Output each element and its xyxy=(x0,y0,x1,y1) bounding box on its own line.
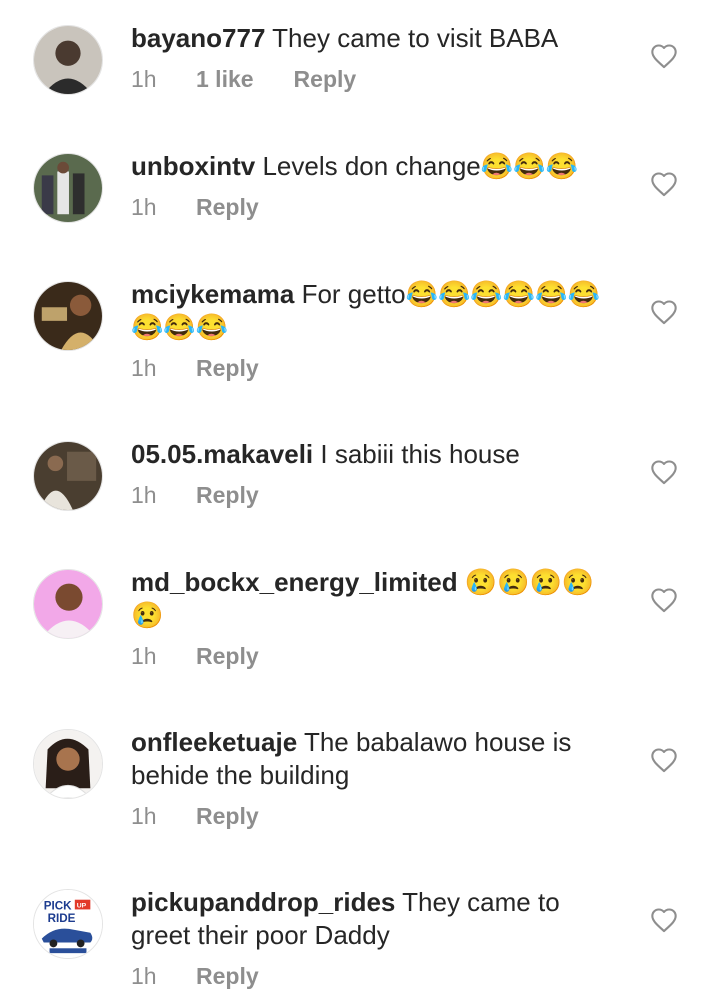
comment-text: Levels don change😂😂😂 xyxy=(262,151,578,181)
comment-text-line: pickupanddrop_rides They came to greet t… xyxy=(131,886,611,952)
comment-time: 1h xyxy=(131,194,157,220)
reply-button[interactable]: Reply xyxy=(196,962,259,990)
avatar[interactable] xyxy=(33,569,103,639)
avatar[interactable] xyxy=(33,441,103,511)
comment-username[interactable]: bayano777 xyxy=(131,23,265,53)
comment-time: 1h xyxy=(131,643,157,669)
comment-username[interactable]: onfleeketuaje xyxy=(131,727,297,757)
comment-text: They came to visit BABA xyxy=(272,23,559,53)
comment-time: 1h xyxy=(131,963,157,989)
avatar[interactable]: PICK UP RIDE xyxy=(33,889,103,959)
reply-button[interactable]: Reply xyxy=(196,481,259,509)
heart-outline-icon[interactable] xyxy=(650,747,678,773)
comment-text-line: 05.05.makaveli I sabiii this house xyxy=(131,438,611,471)
comment-text-line: bayano777 They came to visit BABA xyxy=(131,22,611,55)
heart-outline-icon[interactable] xyxy=(650,43,678,69)
comment-username[interactable]: unboxintv xyxy=(131,151,255,181)
comment-body: 05.05.makaveli I sabiii this house 1h Rep… xyxy=(131,438,611,509)
comment-body: unboxintv Levels don change😂😂😂 1h Reply xyxy=(131,150,611,221)
comment-time: 1h xyxy=(131,482,157,508)
avatar[interactable] xyxy=(33,25,103,95)
comment-text-line: md_bockx_energy_limited 😢😢😢😢😢 xyxy=(131,566,611,632)
comment-time: 1h xyxy=(131,66,157,92)
avatar[interactable] xyxy=(33,281,103,351)
comment-text: I sabiii this house xyxy=(320,439,520,469)
reply-button[interactable]: Reply xyxy=(196,642,259,670)
heart-outline-icon[interactable] xyxy=(650,907,678,933)
comment-text-line: unboxintv Levels don change😂😂😂 xyxy=(131,150,611,183)
heart-outline-icon[interactable] xyxy=(650,587,678,613)
comment-meta: 1h Reply xyxy=(131,642,611,670)
comment-username[interactable]: 05.05.makaveli xyxy=(131,439,313,469)
heart-outline-icon[interactable] xyxy=(650,171,678,197)
comment-meta: 1h Reply xyxy=(131,481,611,509)
reply-button[interactable]: Reply xyxy=(294,65,357,93)
comment-body: md_bockx_energy_limited 😢😢😢😢😢 1h Reply xyxy=(131,566,611,670)
comment-meta: 1h Reply xyxy=(131,962,611,990)
comment-likes[interactable]: 1 like xyxy=(196,65,254,93)
comment-text-line: onfleeketuaje The babalawo house is behi… xyxy=(131,726,611,792)
reply-button[interactable]: Reply xyxy=(196,193,259,221)
comment-meta: 1h Reply xyxy=(131,193,611,221)
comment-username[interactable]: md_bockx_energy_limited xyxy=(131,567,458,597)
comment-meta: 1h 1 like Reply xyxy=(131,65,611,93)
comment-body: bayano777 They came to visit BABA 1h 1 li… xyxy=(131,22,611,93)
avatar-logo-text: PICK xyxy=(44,899,72,912)
comment-username[interactable]: pickupanddrop_rides xyxy=(131,887,395,917)
reply-button[interactable]: Reply xyxy=(196,802,259,830)
comment-meta: 1h Reply xyxy=(131,354,611,382)
comment-text-line: mciykemama For getto😂😂😂😂😂😂😂😂😂 xyxy=(131,278,611,344)
comment-username[interactable]: mciykemama xyxy=(131,279,294,309)
comment-body: onfleeketuaje The babalawo house is behi… xyxy=(131,726,611,830)
avatar-logo-text: RIDE xyxy=(48,912,76,925)
heart-outline-icon[interactable] xyxy=(650,299,678,325)
comment-body: mciykemama For getto😂😂😂😂😂😂😂😂😂 1h Reply xyxy=(131,278,611,382)
comment-body: pickupanddrop_rides They came to greet t… xyxy=(131,886,611,990)
comment-meta: 1h Reply xyxy=(131,802,611,830)
comment-time: 1h xyxy=(131,803,157,829)
comment-time: 1h xyxy=(131,355,157,381)
reply-button[interactable]: Reply xyxy=(196,354,259,382)
avatar-logo-text: UP xyxy=(77,902,87,909)
heart-outline-icon[interactable] xyxy=(650,459,678,485)
avatar[interactable] xyxy=(33,729,103,799)
avatar[interactable] xyxy=(33,153,103,223)
